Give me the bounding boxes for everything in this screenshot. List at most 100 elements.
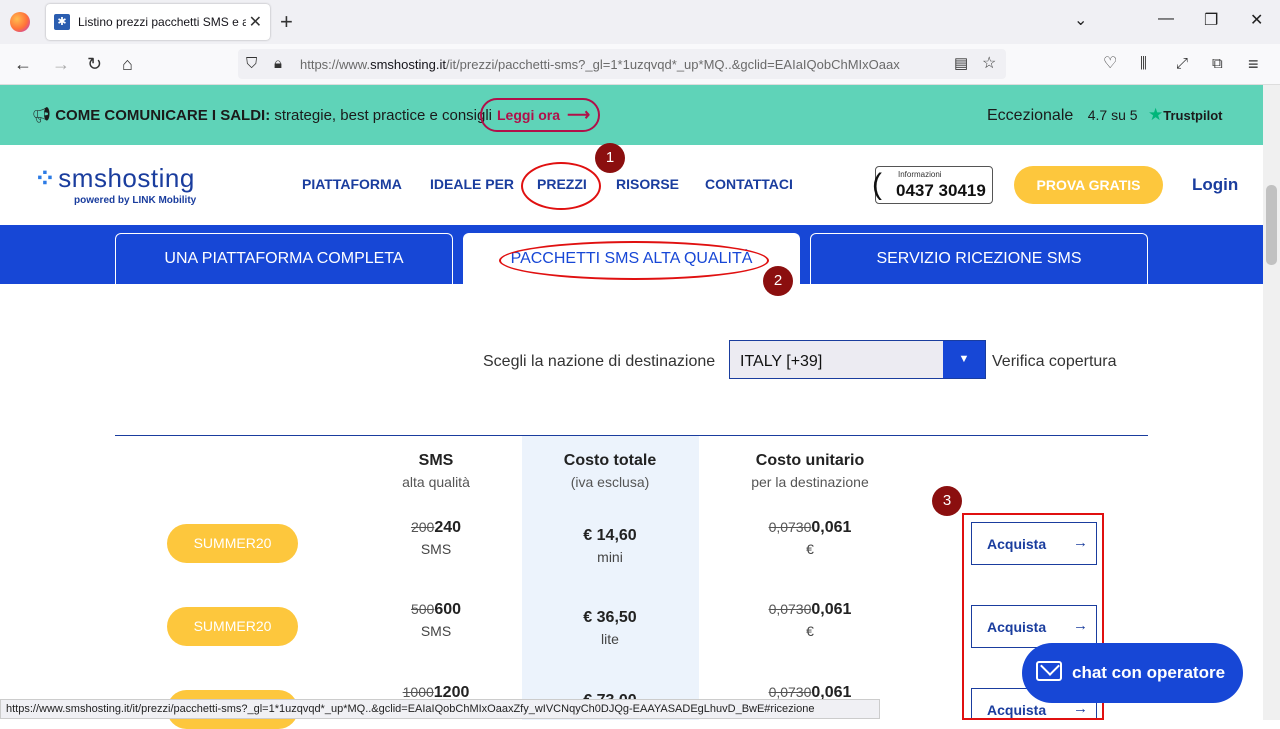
library-icon[interactable]: ⫼ xyxy=(1140,53,1147,75)
new-sms: 240 xyxy=(434,519,462,536)
new-tab-icon[interactable]: + xyxy=(280,10,293,34)
verifica-copertura-link[interactable]: Verifica copertura xyxy=(992,353,1117,371)
old-sms: 200 xyxy=(410,519,435,535)
annotation-number: 1 xyxy=(595,143,625,173)
reload-icon[interactable]: ↻ xyxy=(87,53,102,75)
extensions-icon[interactable]: ⧉ xyxy=(1212,53,1223,75)
menu-piattaforma[interactable]: PIATTAFORMA xyxy=(302,176,402,192)
phone-label: Informazioni xyxy=(898,170,942,179)
site-header: ⁘smshosting powered by LINK Mobility PIA… xyxy=(0,145,1263,225)
site-favicon-icon: ✱ xyxy=(54,14,70,30)
url-text[interactable]: https://www.smshosting.it/it/prezzi/pacc… xyxy=(300,57,950,72)
old-unit-price: 0,0730 xyxy=(768,684,812,700)
country-select[interactable]: ITALY [+39] ▼ xyxy=(729,340,986,379)
table-row-sms: 500600 SMS xyxy=(386,601,486,639)
currency: € xyxy=(806,541,814,557)
annotation-ellipse-prezzi xyxy=(521,162,601,210)
tab-title: Listino prezzi pacchetti SMS e al xyxy=(78,15,246,29)
header-total-main: Costo totale xyxy=(563,452,657,469)
annotation-ellipse-tab xyxy=(499,241,769,280)
new-unit-price: 0,061 xyxy=(811,519,852,536)
old-sms: 500 xyxy=(410,601,435,617)
sms-unit: SMS xyxy=(420,541,452,557)
menu-risorse[interactable]: RISORSE xyxy=(616,176,679,192)
rating-score: 4.7 su 5 xyxy=(1087,107,1138,123)
leggi-ora-label: Leggi ora xyxy=(497,107,561,123)
promo-title: COME COMUNICARE I SALDI: xyxy=(55,107,271,124)
table-row-unit: 0,07300,061 € xyxy=(740,601,880,639)
prova-gratis-button[interactable]: PROVA GRATIS xyxy=(1014,166,1163,204)
scrollbar-thumb[interactable] xyxy=(1266,185,1277,265)
reader-view-icon[interactable]: ▤ xyxy=(954,53,968,75)
extension-tool-icon[interactable]: ⤢ xyxy=(1176,53,1188,75)
chat-label: chat con operatore xyxy=(1072,663,1226,682)
header-sms: SMS alta qualità xyxy=(386,452,486,490)
close-tab-icon[interactable]: ✕ xyxy=(249,12,262,32)
new-sms: 600 xyxy=(434,601,462,618)
table-row-total: € 14,60 mini xyxy=(540,527,680,565)
login-link[interactable]: Login xyxy=(1192,175,1238,195)
table-row-unit: 0,07300,061 € xyxy=(740,519,880,557)
tab-piattaforma-completa[interactable]: UNA PIATTAFORMA COMPLETA xyxy=(115,233,453,284)
firefox-icon xyxy=(10,12,30,32)
rating-label: Eccezionale xyxy=(987,107,1074,124)
lock-icon[interactable]: 🔒︎ xyxy=(274,53,282,75)
header-costo-unitario: Costo unitario per la destinazione xyxy=(730,452,890,490)
phone-box[interactable]: ( Informazioni 0437 30419 xyxy=(872,166,993,204)
logo-dots-icon: ⁘ xyxy=(34,163,57,193)
annotation-number: 2 xyxy=(763,266,793,296)
bookmark-star-icon[interactable]: ☆ xyxy=(982,53,996,75)
shield-icon[interactable]: ⛉ xyxy=(246,53,257,75)
phone-icon: ( xyxy=(872,168,882,201)
logo-subtitle: powered by LINK Mobility xyxy=(74,195,197,206)
old-unit-price: 0,0730 xyxy=(768,601,812,617)
country-selected: ITALY [+39] xyxy=(740,353,823,370)
minimize-icon[interactable]: — xyxy=(1158,10,1174,28)
total-price: € 14,60 xyxy=(583,527,637,544)
promo-bar: 📢︎ COME COMUNICARE I SALDI: strategie, b… xyxy=(0,85,1263,145)
tab-ricezione-sms[interactable]: SERVIZIO RICEZIONE SMS xyxy=(810,233,1148,284)
megaphone-icon: 📢︎ xyxy=(32,107,52,124)
promo-subtitle: strategie, best practice e consigli xyxy=(270,107,492,124)
sms-unit: SMS xyxy=(420,623,452,639)
browser-tab[interactable]: ✱ Listino prezzi pacchetti SMS e al ✕ xyxy=(46,4,270,40)
old-sms: 1000 xyxy=(402,684,434,700)
header-sms-main: SMS xyxy=(418,452,454,469)
header-unit-main: Costo unitario xyxy=(755,452,865,469)
chevron-down-icon[interactable]: ▼ xyxy=(943,341,985,378)
header-sms-sub: alta qualità xyxy=(402,474,470,490)
close-window-icon[interactable]: ✕ xyxy=(1250,10,1263,30)
trustpilot-star-icon: ★ xyxy=(1148,105,1164,124)
arrow-right-icon: ⟶ xyxy=(567,107,590,124)
site-logo[interactable]: ⁘smshosting powered by LINK Mobility xyxy=(34,163,196,206)
trustpilot-rating[interactable]: Eccezionale 4.7 su 5 ★Trustpilot xyxy=(987,105,1222,125)
url-bar[interactable]: ⛉ 🔒︎ https://www.smshosting.it/it/prezzi… xyxy=(238,49,1006,79)
home-icon[interactable]: ⌂ xyxy=(122,53,133,75)
package-name: lite xyxy=(601,631,619,647)
menu-ideale-per[interactable]: IDEALE PER xyxy=(430,176,514,192)
header-total-sub: (iva esclusa) xyxy=(570,474,650,490)
phone-number: 0437 30419 xyxy=(896,181,986,200)
menu-contattaci[interactable]: CONTATTACI xyxy=(705,176,793,192)
currency: € xyxy=(806,623,814,639)
browser-tab-bar: ✱ Listino prezzi pacchetti SMS e al ✕ + … xyxy=(0,0,1280,44)
restore-icon[interactable]: ❐ xyxy=(1204,10,1218,30)
trustpilot-name: Trustpilot xyxy=(1163,108,1223,123)
leggi-ora-button[interactable]: Leggi ora ⟶ xyxy=(480,98,600,132)
menu-icon[interactable]: ≡ xyxy=(1248,53,1259,75)
coupon-badge[interactable]: SUMMER20 xyxy=(167,524,298,563)
header-unit-sub: per la destinazione xyxy=(751,474,869,490)
status-bar-url: https://www.smshosting.it/it/prezzi/pacc… xyxy=(0,699,880,719)
chat-button[interactable]: chat con operatore xyxy=(1022,643,1243,703)
annotation-number: 3 xyxy=(932,486,962,516)
forward-icon[interactable]: → xyxy=(52,53,70,75)
envelope-icon xyxy=(1036,661,1062,681)
tab-list-chevron-icon[interactable]: ⌄ xyxy=(1074,10,1087,30)
header-costo-totale: Costo totale (iva esclusa) xyxy=(540,452,680,490)
coupon-badge[interactable]: SUMMER20 xyxy=(167,607,298,646)
total-price: € 36,50 xyxy=(583,609,637,626)
old-unit-price: 0,0730 xyxy=(768,519,812,535)
back-icon[interactable]: ← xyxy=(14,53,32,75)
page-scrollbar[interactable] xyxy=(1263,85,1280,720)
pocket-icon[interactable]: ♡ xyxy=(1103,53,1117,75)
